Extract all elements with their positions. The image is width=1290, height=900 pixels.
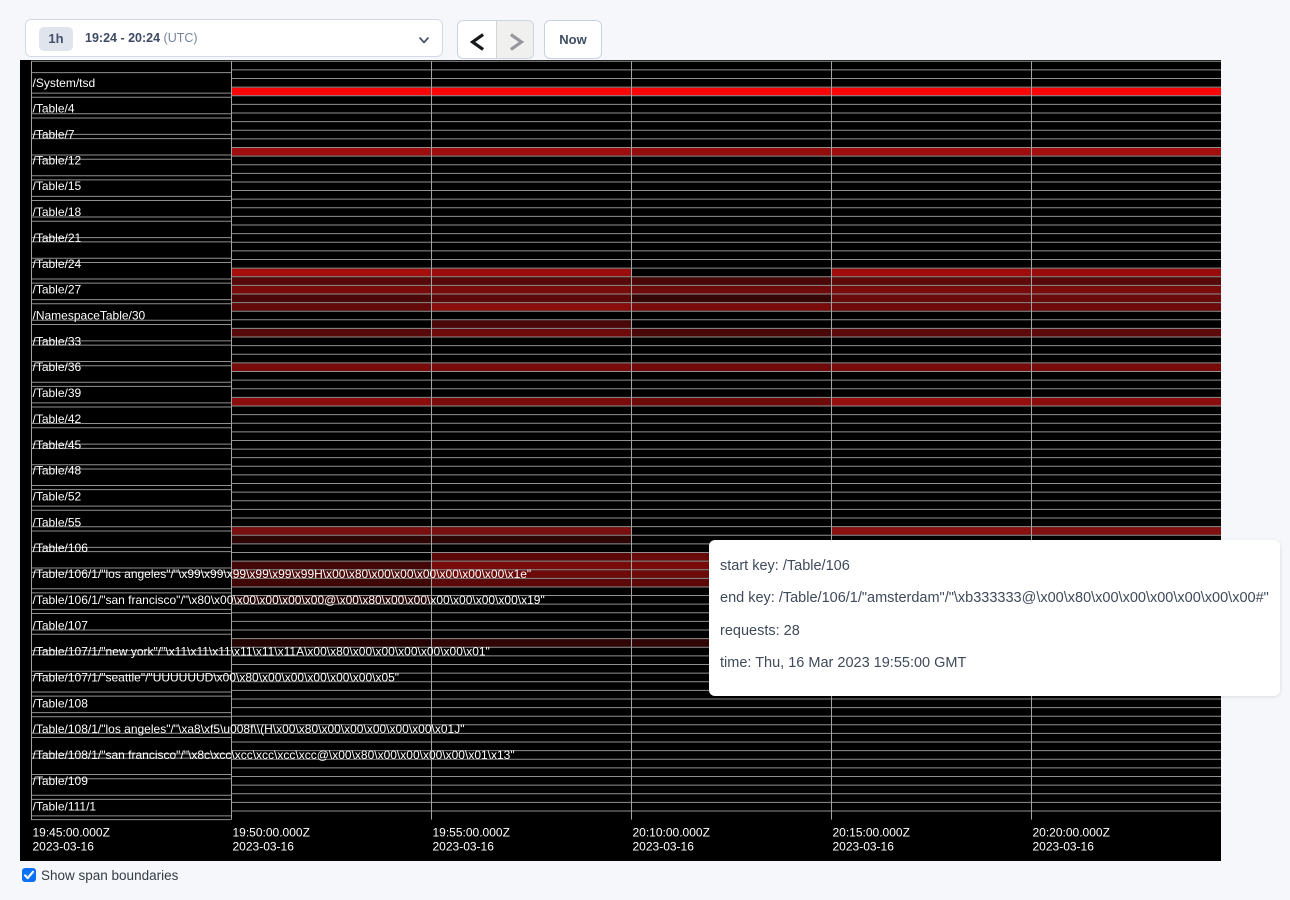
- svg-text:/Table/39: /Table/39: [33, 386, 82, 400]
- svg-text:2023-03-16: 2023-03-16: [233, 840, 295, 854]
- svg-text:/Table/106/1/"los angeles"/"\x: /Table/106/1/"los angeles"/"\x99\x99\x99…: [33, 567, 532, 581]
- svg-text:2023-03-16: 2023-03-16: [1033, 840, 1095, 854]
- svg-text:/Table/52: /Table/52: [33, 490, 82, 504]
- svg-text:/Table/106: /Table/106: [33, 541, 89, 555]
- svg-text:2023-03-16: 2023-03-16: [433, 840, 495, 854]
- svg-text:/Table/109: /Table/109: [33, 774, 89, 788]
- svg-text:/Table/107/1/"new york"/"\x11\: /Table/107/1/"new york"/"\x11\x11\x11\x1…: [33, 645, 490, 659]
- svg-text:/Table/15: /Table/15: [33, 179, 82, 193]
- svg-text:/Table/12: /Table/12: [33, 153, 82, 167]
- svg-text:/Table/33: /Table/33: [33, 334, 82, 348]
- svg-text:/Table/106/1/"san francisco"/": /Table/106/1/"san francisco"/"\x80\x00\x…: [33, 593, 545, 607]
- svg-text:/Table/36: /Table/36: [33, 360, 82, 374]
- svg-text:20:20:00.000Z: 20:20:00.000Z: [1033, 826, 1110, 840]
- svg-text:/Table/111/1: /Table/111/1: [33, 800, 97, 814]
- svg-text:/Table/4: /Table/4: [33, 102, 75, 116]
- svg-text:19:45:00.000Z: 19:45:00.000Z: [33, 826, 110, 840]
- svg-text:/Table/107/1/"seattle"/"UUUUUU: /Table/107/1/"seattle"/"UUUUUUD\x00\x80\…: [33, 670, 400, 684]
- svg-text:/Table/7: /Table/7: [33, 128, 75, 142]
- svg-text:2023-03-16: 2023-03-16: [33, 840, 95, 854]
- svg-text:/System/tsd: /System/tsd: [33, 76, 96, 90]
- svg-text:2023-03-16: 2023-03-16: [833, 840, 895, 854]
- svg-text:/Table/45: /Table/45: [33, 438, 82, 452]
- svg-text:/Table/21: /Table/21: [33, 231, 82, 245]
- svg-text:/Table/27: /Table/27: [33, 283, 82, 297]
- svg-text:/Table/108/1/"los angeles"/"\x: /Table/108/1/"los angeles"/"\xa8\xf5\u00…: [33, 722, 465, 736]
- svg-text:20:15:00.000Z: 20:15:00.000Z: [833, 826, 910, 840]
- svg-text:/Table/48: /Table/48: [33, 464, 82, 478]
- svg-text:/Table/18: /Table/18: [33, 205, 82, 219]
- svg-text:/NamespaceTable/30: /NamespaceTable/30: [33, 309, 146, 323]
- svg-text:19:50:00.000Z: 19:50:00.000Z: [233, 826, 310, 840]
- svg-text:2023-03-16: 2023-03-16: [633, 840, 695, 854]
- svg-text:/Table/108: /Table/108: [33, 696, 89, 710]
- svg-text:19:55:00.000Z: 19:55:00.000Z: [433, 826, 510, 840]
- svg-text:/Table/108/1/"san francisco"/": /Table/108/1/"san francisco"/"\x8c\xcc\x…: [33, 748, 515, 762]
- svg-text:/Table/24: /Table/24: [33, 257, 82, 271]
- svg-text:/Table/55: /Table/55: [33, 515, 82, 529]
- svg-text:20:10:00.000Z: 20:10:00.000Z: [633, 826, 710, 840]
- svg-text:/Table/42: /Table/42: [33, 412, 82, 426]
- svg-text:/Table/107: /Table/107: [33, 619, 89, 633]
